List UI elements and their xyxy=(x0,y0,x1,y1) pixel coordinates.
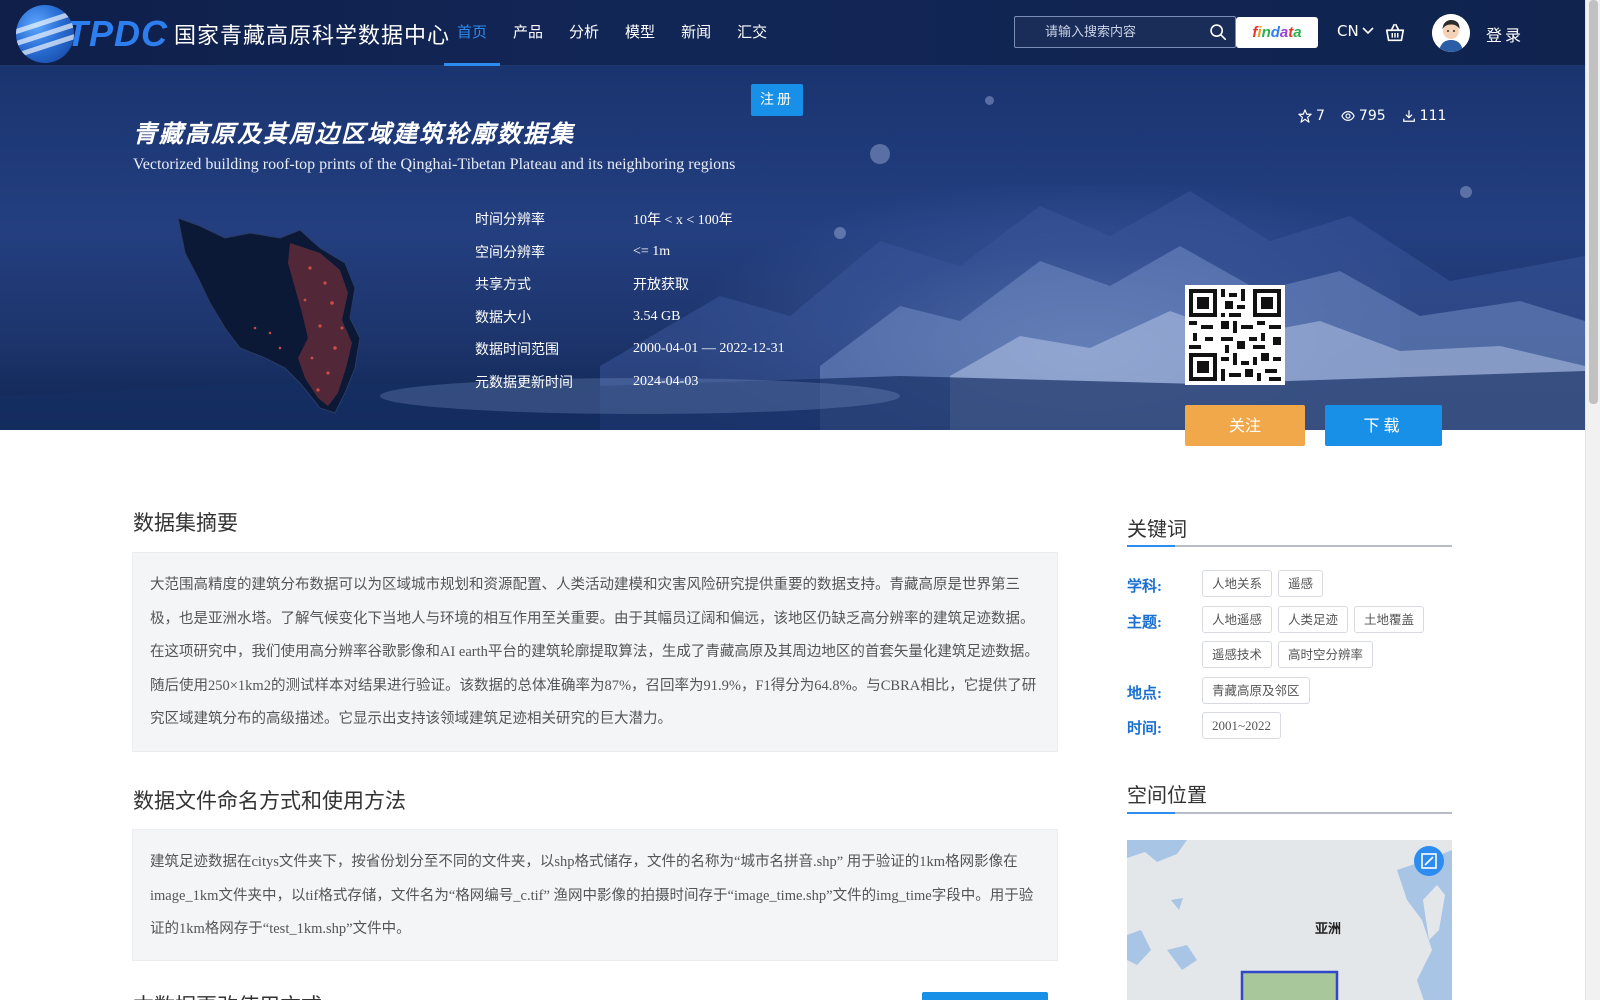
naming-heading: 数据文件命名方式和使用方法 xyxy=(133,789,406,813)
search-input[interactable] xyxy=(1025,17,1205,47)
view-count-value: 795 xyxy=(1358,108,1386,124)
meta-value: 10年 < x < 100年 xyxy=(633,213,733,229)
usage-action-button[interactable] xyxy=(922,992,1048,1000)
star-count[interactable]: 7 xyxy=(1298,108,1325,124)
keyword-tag[interactable]: 人地遥感 xyxy=(1202,606,1273,633)
qr-code-image xyxy=(1185,285,1285,385)
location-heading: 空间位置 xyxy=(1127,785,1207,807)
globe-logo-icon xyxy=(16,5,74,63)
logo-abbreviation: TPDC xyxy=(66,13,168,54)
abstract-content: 大范围高精度的建筑分布数据可以为区域城市规划和资源配置、人类活动建模和灾害风险研… xyxy=(132,552,1058,752)
star-count-value: 7 xyxy=(1316,108,1325,124)
chevron-down-icon xyxy=(1362,27,1374,35)
follow-button[interactable]: 关注 xyxy=(1185,405,1305,446)
meta-label: 共享方式 xyxy=(475,277,531,294)
dataset-coverage-thumbnail[interactable] xyxy=(170,208,370,423)
abstract-heading: 数据集摘要 xyxy=(133,511,238,535)
keyword-group-theme: 主题: 人地遥感 人类足迹 土地覆盖 遥感技术 高时空分辨率 xyxy=(1127,606,1442,668)
map-expand-button[interactable] xyxy=(1414,846,1444,876)
keyword-tag[interactable]: 高时空分辨率 xyxy=(1278,641,1374,668)
user-avatar-icon xyxy=(1432,14,1470,52)
nav-home[interactable]: 首页 xyxy=(444,0,501,66)
nav-submit[interactable]: 汇交 xyxy=(724,0,780,66)
dataset-metadata: 时间分辨率 10年 < x < 100年 空间分辨率 <= 1m 共享方式 开放获取 … xyxy=(475,203,785,398)
download-button[interactable]: 下载 xyxy=(1325,405,1442,446)
meta-row: 元数据更新时间 2024-04-03 xyxy=(475,366,785,399)
keyword-group-label: 地点: xyxy=(1127,686,1162,702)
download-icon xyxy=(1402,110,1415,122)
download-count-value: 111 xyxy=(1419,108,1447,124)
keyword-group-label: 时间: xyxy=(1127,721,1162,737)
search-icon[interactable] xyxy=(1209,23,1227,41)
meta-row: 共享方式 开放获取 xyxy=(475,268,785,301)
keyword-group-label: 主题: xyxy=(1127,615,1162,631)
dataset-stats: 7 795 111 xyxy=(1298,108,1446,124)
keyword-tag[interactable]: 遥感技术 xyxy=(1202,641,1273,668)
keyword-tag[interactable]: 土地覆盖 xyxy=(1354,606,1425,633)
nav-analysis[interactable]: 分析 xyxy=(556,0,612,66)
view-count: 795 xyxy=(1341,108,1386,124)
meta-row: 数据时间范围 2000-04-01 — 2022-12-31 xyxy=(475,333,785,366)
keyword-tag[interactable]: 人类足迹 xyxy=(1278,606,1349,633)
eye-icon xyxy=(1341,111,1355,121)
dataset-title-cn: 青藏高原及其周边区域建筑轮廓数据集 xyxy=(133,120,575,148)
download-count: 111 xyxy=(1402,108,1447,124)
meta-row: 空间分辨率 <= 1m xyxy=(475,236,785,269)
language-selector[interactable]: CN xyxy=(1337,22,1374,40)
meta-value: <= 1m xyxy=(633,243,671,259)
naming-content: 建筑足迹数据在citys文件夹下，按省份划分至不同的文件夹，以shp格式储存，文… xyxy=(132,829,1058,961)
site-logo[interactable]: TPDC 国家青藏高原科学数据中心 xyxy=(16,4,450,64)
scrollbar-thumb[interactable] xyxy=(1589,0,1598,404)
register-button[interactable]: 注册 xyxy=(751,84,803,116)
site-name: 国家青藏高原科学数据中心 xyxy=(174,24,451,49)
keywords-divider xyxy=(1127,545,1452,547)
dataset-title-en: Vectorized building roof-top prints of t… xyxy=(133,156,736,173)
keyword-tag[interactable]: 人地关系 xyxy=(1202,570,1273,597)
meta-label: 空间分辨率 xyxy=(475,244,545,261)
keyword-group-place: 地点: 青藏高原及邻区 xyxy=(1127,677,1442,704)
decorative-bubble xyxy=(985,96,994,105)
nav-products[interactable]: 产品 xyxy=(500,0,556,66)
keyword-tag[interactable]: 2001~2022 xyxy=(1202,712,1282,739)
keywords-heading: 关键词 xyxy=(1127,519,1187,541)
map-basemap xyxy=(1127,840,1452,1000)
avatar[interactable] xyxy=(1432,14,1470,52)
usage-heading: 本数据更改使用方式 xyxy=(133,990,322,1000)
meta-row: 数据大小 3.54 GB xyxy=(475,301,785,334)
meta-label: 元数据更新时间 xyxy=(475,374,573,391)
meta-label: 数据大小 xyxy=(475,309,531,326)
top-navigation-bar: TPDC 国家青藏高原科学数据中心 首页 产品 分析 模型 新闻 汇交 find… xyxy=(0,0,1585,66)
keyword-tag[interactable]: 青藏高原及邻区 xyxy=(1202,677,1310,704)
decorative-bubble xyxy=(870,144,890,164)
keyword-tag[interactable]: 遥感 xyxy=(1278,570,1324,597)
meta-value: 2000-04-01 — 2022-12-31 xyxy=(633,341,785,357)
location-divider xyxy=(1127,812,1452,814)
keyword-group-discipline: 学科: 人地关系 遥感 xyxy=(1127,570,1442,597)
language-label: CN xyxy=(1337,22,1359,40)
meta-label: 时间分辨率 xyxy=(475,212,545,229)
meta-value: 开放获取 xyxy=(633,278,689,294)
meta-value: 3.54 GB xyxy=(633,308,681,324)
decorative-bubble xyxy=(1460,186,1472,198)
star-icon xyxy=(1298,109,1312,123)
nav-news[interactable]: 新闻 xyxy=(668,0,724,66)
meta-label: 数据时间范围 xyxy=(475,342,559,359)
page-scrollbar[interactable] xyxy=(1585,0,1600,1000)
expand-icon xyxy=(1421,853,1437,869)
spatial-location-map[interactable]: 亚洲 xyxy=(1127,840,1452,1000)
login-link[interactable]: 登录 xyxy=(1486,22,1524,46)
map-region-label: 亚洲 xyxy=(1315,922,1342,937)
keyword-group-time: 时间: 2001~2022 xyxy=(1127,712,1442,739)
main-nav: 首页 产品 分析 模型 新闻 汇交 xyxy=(444,0,780,66)
findata-link[interactable]: findata xyxy=(1236,17,1318,48)
keyword-group-label: 学科: xyxy=(1127,579,1162,595)
search-box xyxy=(1014,16,1236,48)
meta-value: 2024-04-03 xyxy=(633,373,699,389)
decorative-bubble xyxy=(834,227,846,239)
shopping-basket-icon[interactable] xyxy=(1384,22,1406,44)
meta-row: 时间分辨率 10年 < x < 100年 xyxy=(475,203,785,236)
page: TPDC 国家青藏高原科学数据中心 首页 产品 分析 模型 新闻 汇交 find… xyxy=(0,0,1600,1000)
nav-models[interactable]: 模型 xyxy=(612,0,668,66)
